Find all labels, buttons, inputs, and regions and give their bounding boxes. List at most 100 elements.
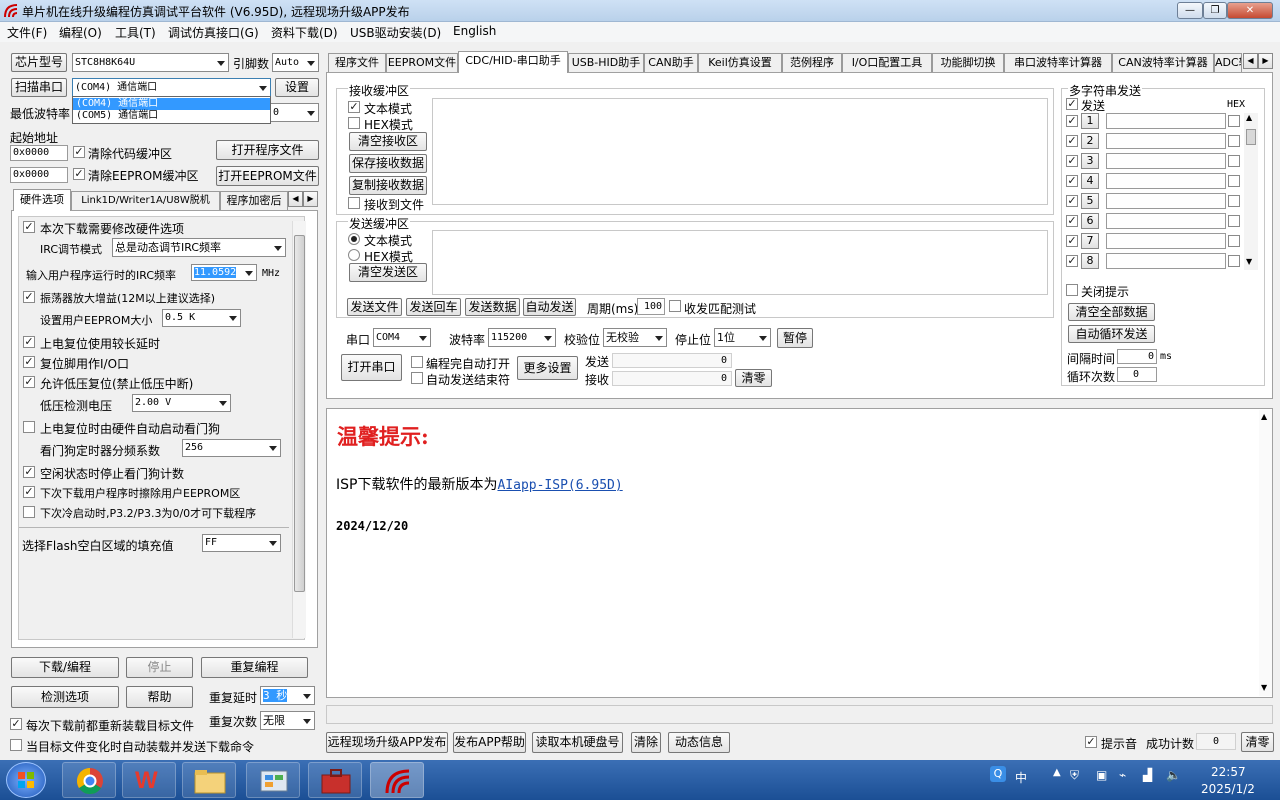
menu-debug[interactable]: 调试仿真接口(G) [168,24,259,41]
tab-can-baud-calc[interactable]: CAN波特率计算器 [1112,53,1214,72]
tab-can-helper[interactable]: CAN助手 [644,53,698,72]
minimize-button[interactable]: — [1177,2,1203,19]
signal-icon[interactable]: ▟ [1143,768,1152,782]
toolbox-taskbar-icon[interactable] [308,762,362,798]
tab-examples[interactable]: 范例程序 [782,53,842,72]
network-icon[interactable]: ▣ [1096,768,1107,782]
horizontal-scrollbar[interactable] [326,705,1273,724]
multi-row-checkbox[interactable]: ✓ [1066,255,1078,267]
clear-send-button[interactable]: 清空发送区 [349,263,427,282]
tab-hardware-options[interactable]: 硬件选项 [13,189,71,211]
multi-row-input[interactable] [1106,193,1226,209]
parity-select[interactable]: 无校验 [603,328,667,347]
multi-send-all-checkbox[interactable]: ✓ [1066,98,1078,110]
tab-adc[interactable]: ADC转 [1214,53,1242,72]
menu-usb-driver[interactable]: USB驱动安装(D) [350,24,441,41]
tab-io-config[interactable]: I/O口配置工具 [842,53,932,72]
tabs-scroll-left-icon[interactable]: ◀ [1243,53,1258,69]
open-eeprom-file-button[interactable]: 打开EEPROM文件 [216,166,319,186]
multi-string-scrollbar[interactable]: ▲ ▼ [1244,113,1258,270]
multi-row-checkbox[interactable]: ✓ [1066,195,1078,207]
clear-receive-button[interactable]: 清空接收区 [349,132,427,151]
clear-count-button[interactable]: 清零 [735,369,772,387]
clear-code-checkbox[interactable]: ✓ [73,146,85,158]
clear-eeprom-checkbox[interactable]: ✓ [73,168,85,180]
multi-row-input[interactable] [1106,153,1226,169]
auto-send-button[interactable]: 自动发送 [523,298,576,316]
multi-row-send-button[interactable]: 4 [1081,173,1099,189]
start-button[interactable] [6,762,46,798]
flash-fill-select[interactable]: FF [202,534,281,552]
hardware-options-scrollbar[interactable] [292,221,306,638]
tab-keil-sim[interactable]: Keil仿真设置 [698,53,782,72]
clock-time[interactable]: 22:57 [1211,765,1246,779]
tab-encryption[interactable]: 程序加密后 [220,191,288,210]
recv-to-file-checkbox[interactable] [348,197,360,209]
irc-frequency-select[interactable]: 11.0592 [191,264,257,281]
stop-bits-select[interactable]: 1位 [714,328,771,347]
period-input[interactable]: 100 [637,298,665,315]
receive-textarea[interactable] [432,98,1048,205]
wps-taskbar-icon[interactable]: W [122,762,176,798]
send-file-button[interactable]: 发送文件 [347,298,402,316]
clear-info-button[interactable]: 清除 [631,732,661,753]
more-settings-button[interactable]: 更多设置 [517,356,578,380]
multi-row-hex-checkbox[interactable] [1228,235,1240,247]
port-option-com5[interactable]: (COM5) 通信端口 [73,110,270,122]
watchdog-prescaler-select[interactable]: 256 [182,439,281,457]
tab-eeprom-file[interactable]: EEPROM文件 [386,53,458,72]
idle-stop-watchdog-checkbox[interactable]: ✓ [23,466,35,478]
multi-row-send-button[interactable]: 8 [1081,253,1099,269]
code-start-address-input[interactable]: 0x0000 [10,145,68,161]
isp-app-taskbar-icon[interactable] [370,762,424,798]
menu-file[interactable]: 文件(F) [7,24,47,41]
read-disk-id-button[interactable]: 读取本机硬盘号 [532,732,623,753]
shield-icon[interactable]: ⛨ [1070,768,1079,783]
multi-row-input[interactable] [1106,253,1226,269]
version-link[interactable]: AIapp-ISP(6.95D) [497,478,622,493]
menu-tools[interactable]: 工具(T) [115,24,156,41]
multi-row-hex-checkbox[interactable] [1228,135,1240,147]
help-button[interactable]: 帮助 [126,686,193,708]
multi-row-input[interactable] [1106,233,1226,249]
repeat-delay-select[interactable]: 3 秒 [260,686,315,705]
multi-row-input[interactable] [1106,213,1226,229]
volume-muted-icon[interactable]: 🔈 [1166,768,1181,782]
beep-checkbox[interactable]: ✓ [1085,736,1097,748]
send-text-mode-radio[interactable] [348,233,360,245]
chrome-taskbar-icon[interactable] [62,762,116,798]
modify-hw-options-checkbox[interactable]: ✓ [23,221,35,233]
long-reset-delay-checkbox[interactable]: ✓ [23,336,35,348]
maximize-button[interactable]: ❐ [1203,2,1227,19]
osc-gain-checkbox[interactable]: ✓ [23,291,35,303]
baud-rate-select[interactable]: 115200 [488,328,556,347]
dynamic-info-button[interactable]: 动态信息 [668,732,730,753]
multi-row-checkbox[interactable]: ✓ [1066,175,1078,187]
multi-row-checkbox[interactable]: ✓ [1066,135,1078,147]
check-options-button[interactable]: 检测选项 [11,686,119,708]
pin-count-select[interactable]: Auto [272,53,319,72]
tab-usb-hid[interactable]: USB-HID助手 [568,53,644,72]
open-serial-button[interactable]: 打开串口 [341,354,402,381]
menu-english[interactable]: English [453,24,496,38]
scroll-up-icon[interactable]: ▲ [1246,113,1252,122]
send-return-button[interactable]: 发送回车 [406,298,461,316]
search-icon[interactable]: Q [990,766,1006,782]
recv-hex-mode-checkbox[interactable] [348,117,360,129]
publish-app-button[interactable]: 远程现场升级APP发布 [326,732,448,753]
multi-row-send-button[interactable]: 5 [1081,193,1099,209]
multi-row-hex-checkbox[interactable] [1228,175,1240,187]
close-tip-checkbox[interactable] [1066,284,1078,296]
copy-receive-button[interactable]: 复制接收数据 [349,176,427,195]
multi-row-input[interactable] [1106,133,1226,149]
close-button[interactable]: ✕ [1227,2,1273,19]
eeprom-start-address-input[interactable]: 0x0000 [10,167,68,183]
menu-program[interactable]: 编程(O) [59,24,102,41]
scrollbar-thumb[interactable] [294,235,305,592]
tray-expand-icon[interactable]: ▲ [1053,767,1061,778]
multi-row-checkbox[interactable]: ✓ [1066,215,1078,227]
publish-help-button[interactable]: 发布APP帮助 [453,732,526,753]
multi-row-checkbox[interactable]: ✓ [1066,115,1078,127]
scroll-down-icon[interactable]: ▼ [1246,257,1252,266]
repeat-program-button[interactable]: 重复编程 [201,657,308,678]
